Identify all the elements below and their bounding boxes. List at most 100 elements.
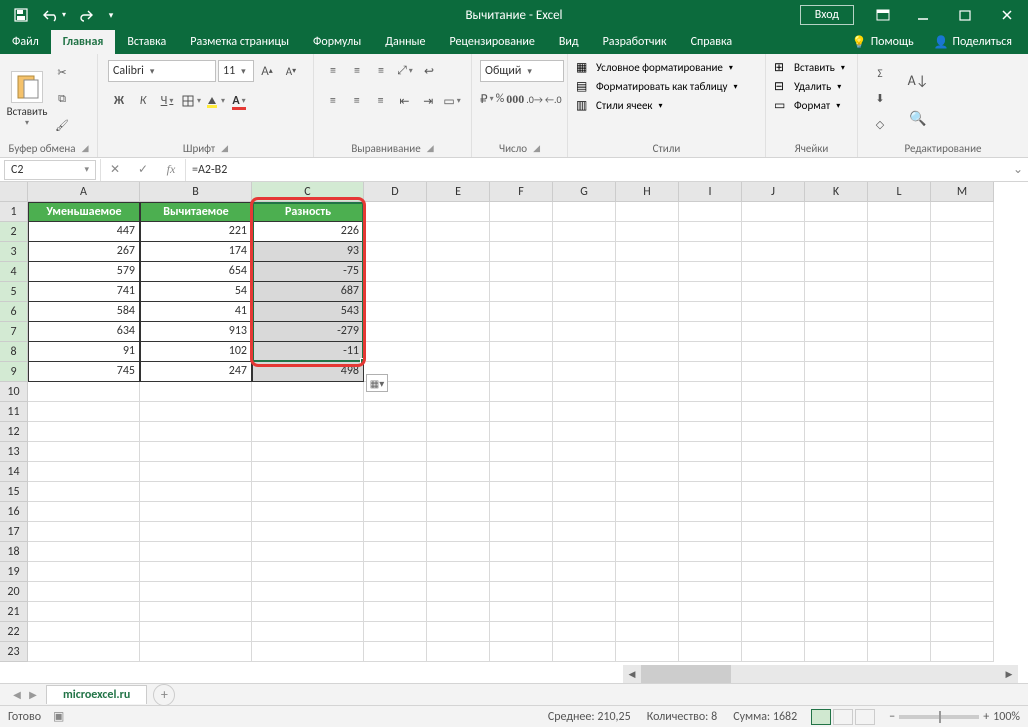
cell[interactable] (679, 522, 742, 542)
fill-handle[interactable] (360, 358, 366, 364)
cell[interactable] (490, 282, 553, 302)
cell[interactable] (679, 202, 742, 222)
cell[interactable] (742, 282, 805, 302)
cell[interactable] (28, 522, 140, 542)
cell[interactable] (140, 542, 252, 562)
cell[interactable] (805, 642, 868, 662)
cell[interactable] (553, 222, 616, 242)
row-header[interactable]: 9 (0, 362, 28, 382)
column-header[interactable]: L (868, 182, 931, 202)
cell[interactable] (553, 582, 616, 602)
cell[interactable] (427, 442, 490, 462)
cell[interactable] (490, 542, 553, 562)
cell[interactable] (28, 562, 140, 582)
cell[interactable]: 267 (28, 242, 140, 262)
column-header[interactable]: K (805, 182, 868, 202)
row-header[interactable]: 11 (0, 402, 28, 422)
ribbon-display-icon[interactable] (864, 0, 902, 30)
cell[interactable] (140, 602, 252, 622)
row-header[interactable]: 12 (0, 422, 28, 442)
cell[interactable] (868, 262, 931, 282)
row-header[interactable]: 19 (0, 562, 28, 582)
cell[interactable] (868, 282, 931, 302)
column-header[interactable]: F (490, 182, 553, 202)
cell[interactable] (931, 422, 994, 442)
cell[interactable] (805, 302, 868, 322)
cell[interactable] (679, 422, 742, 442)
cell[interactable] (364, 422, 427, 442)
cell[interactable] (553, 342, 616, 362)
cell[interactable] (931, 482, 994, 502)
cell[interactable] (252, 602, 364, 622)
tell-me-button[interactable]: 💡Помощь (842, 30, 924, 54)
cell[interactable]: -279 (252, 322, 364, 342)
cell[interactable] (805, 422, 868, 442)
cell[interactable] (742, 522, 805, 542)
cell[interactable] (28, 602, 140, 622)
cell[interactable] (742, 542, 805, 562)
cell[interactable] (742, 262, 805, 282)
cell[interactable] (931, 362, 994, 382)
cell[interactable] (679, 562, 742, 582)
cell[interactable] (742, 202, 805, 222)
cell[interactable]: Уменьшаемое (28, 202, 140, 222)
align-left-icon[interactable]: ≡ (322, 90, 344, 112)
cell[interactable] (805, 382, 868, 402)
enter-formula-icon[interactable]: ✓ (129, 159, 157, 181)
cell[interactable] (679, 242, 742, 262)
row-header[interactable]: 8 (0, 342, 28, 362)
cell[interactable] (679, 502, 742, 522)
cell[interactable] (931, 322, 994, 342)
cell[interactable] (679, 582, 742, 602)
cell[interactable] (427, 522, 490, 542)
cell[interactable] (28, 442, 140, 462)
cell[interactable] (490, 622, 553, 642)
cell[interactable] (931, 522, 994, 542)
cell[interactable] (931, 262, 994, 282)
cell[interactable] (364, 642, 427, 662)
cell[interactable] (805, 402, 868, 422)
cell[interactable] (742, 622, 805, 642)
cell[interactable] (28, 482, 140, 502)
cell[interactable] (252, 422, 364, 442)
cell[interactable] (931, 582, 994, 602)
cell[interactable] (364, 302, 427, 322)
row-header[interactable]: 2 (0, 222, 28, 242)
decrease-font-icon[interactable]: A▾ (280, 60, 302, 82)
cell[interactable] (679, 482, 742, 502)
cell[interactable] (868, 502, 931, 522)
cell[interactable] (364, 342, 427, 362)
cell[interactable] (553, 422, 616, 442)
cell[interactable] (616, 522, 679, 542)
cell[interactable]: 102 (140, 342, 252, 362)
align-top-icon[interactable]: ≡ (322, 60, 344, 82)
cell[interactable] (252, 642, 364, 662)
cell[interactable] (931, 282, 994, 302)
column-header[interactable]: M (931, 182, 994, 202)
cell[interactable] (868, 542, 931, 562)
cell[interactable]: 745 (28, 362, 140, 382)
cell[interactable] (742, 462, 805, 482)
cell[interactable]: 579 (28, 262, 140, 282)
cell[interactable] (427, 542, 490, 562)
scroll-thumb[interactable] (641, 665, 731, 683)
cell[interactable] (868, 402, 931, 422)
format-painter-icon[interactable]: 🖌 (52, 117, 72, 135)
cell[interactable] (140, 422, 252, 442)
cell[interactable] (364, 322, 427, 342)
cell[interactable] (140, 462, 252, 482)
cell[interactable]: 447 (28, 222, 140, 242)
name-box[interactable]: C2▾ (4, 160, 96, 180)
cell[interactable] (805, 342, 868, 362)
cell[interactable] (616, 562, 679, 582)
cell[interactable] (868, 582, 931, 602)
font-color-button[interactable]: A (228, 90, 250, 112)
select-all-corner[interactable] (0, 182, 28, 202)
cell[interactable] (553, 602, 616, 622)
cell[interactable] (868, 242, 931, 262)
row-header[interactable]: 21 (0, 602, 28, 622)
cell[interactable] (616, 482, 679, 502)
cell[interactable] (490, 582, 553, 602)
cell[interactable] (679, 642, 742, 662)
cell[interactable] (742, 482, 805, 502)
